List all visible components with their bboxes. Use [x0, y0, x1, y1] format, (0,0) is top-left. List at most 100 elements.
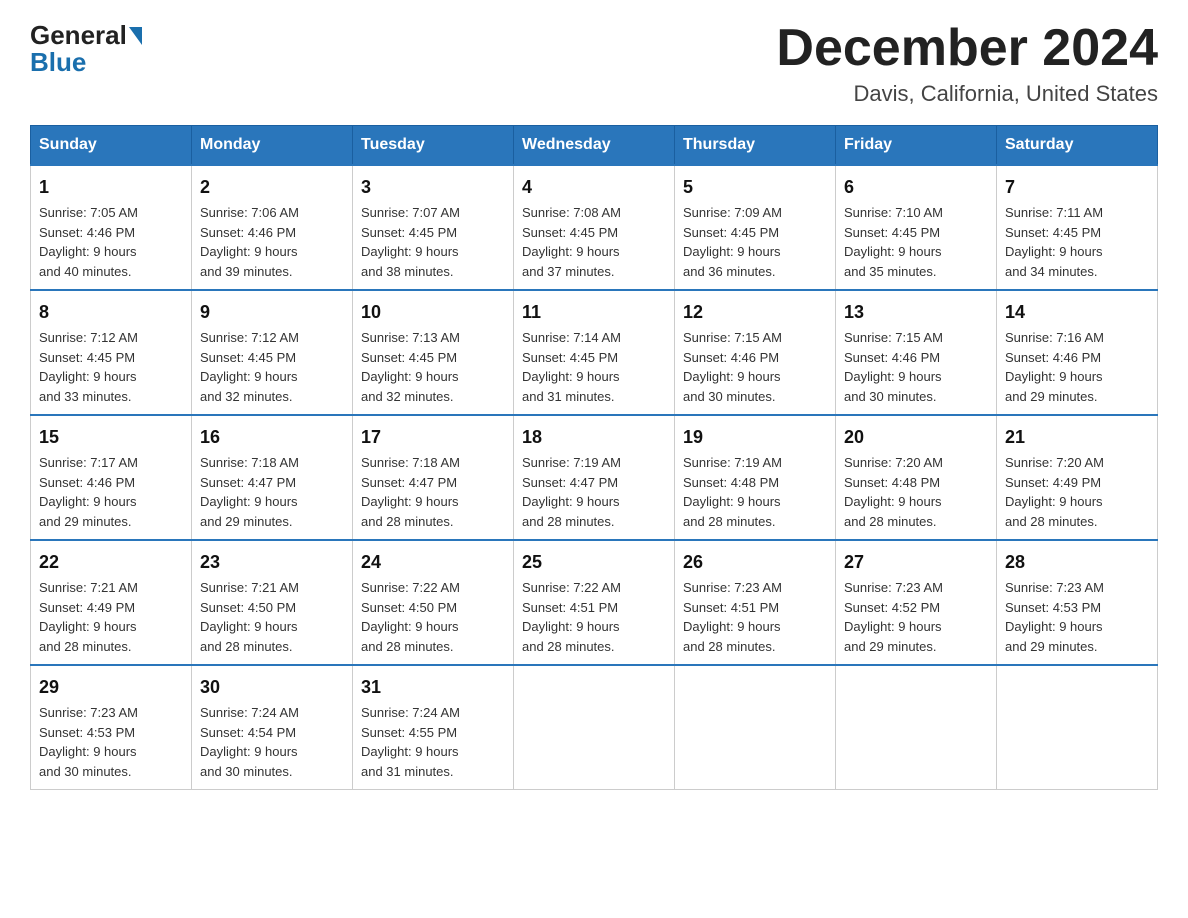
calendar-week-row: 29Sunrise: 7:23 AMSunset: 4:53 PMDayligh… [31, 665, 1158, 790]
calendar-cell: 29Sunrise: 7:23 AMSunset: 4:53 PMDayligh… [31, 665, 192, 790]
day-number: 30 [200, 674, 344, 701]
day-info: Sunrise: 7:11 AMSunset: 4:45 PMDaylight:… [1005, 203, 1149, 281]
calendar-cell: 23Sunrise: 7:21 AMSunset: 4:50 PMDayligh… [192, 540, 353, 665]
day-info: Sunrise: 7:17 AMSunset: 4:46 PMDaylight:… [39, 453, 183, 531]
day-number: 2 [200, 174, 344, 201]
day-number: 24 [361, 549, 505, 576]
calendar-week-row: 15Sunrise: 7:17 AMSunset: 4:46 PMDayligh… [31, 415, 1158, 540]
day-number: 28 [1005, 549, 1149, 576]
calendar-cell: 18Sunrise: 7:19 AMSunset: 4:47 PMDayligh… [514, 415, 675, 540]
day-info: Sunrise: 7:06 AMSunset: 4:46 PMDaylight:… [200, 203, 344, 281]
day-info: Sunrise: 7:23 AMSunset: 4:52 PMDaylight:… [844, 578, 988, 656]
day-info: Sunrise: 7:20 AMSunset: 4:49 PMDaylight:… [1005, 453, 1149, 531]
weekday-header-thursday: Thursday [675, 126, 836, 166]
calendar-cell [836, 665, 997, 790]
weekday-header-friday: Friday [836, 126, 997, 166]
weekday-header-saturday: Saturday [997, 126, 1158, 166]
day-number: 18 [522, 424, 666, 451]
day-info: Sunrise: 7:08 AMSunset: 4:45 PMDaylight:… [522, 203, 666, 281]
day-info: Sunrise: 7:12 AMSunset: 4:45 PMDaylight:… [39, 328, 183, 406]
calendar-cell: 14Sunrise: 7:16 AMSunset: 4:46 PMDayligh… [997, 290, 1158, 415]
calendar-cell: 12Sunrise: 7:15 AMSunset: 4:46 PMDayligh… [675, 290, 836, 415]
day-number: 20 [844, 424, 988, 451]
calendar-cell [675, 665, 836, 790]
day-info: Sunrise: 7:22 AMSunset: 4:50 PMDaylight:… [361, 578, 505, 656]
day-number: 19 [683, 424, 827, 451]
day-number: 3 [361, 174, 505, 201]
calendar-cell: 28Sunrise: 7:23 AMSunset: 4:53 PMDayligh… [997, 540, 1158, 665]
day-info: Sunrise: 7:21 AMSunset: 4:50 PMDaylight:… [200, 578, 344, 656]
calendar-week-row: 1Sunrise: 7:05 AMSunset: 4:46 PMDaylight… [31, 165, 1158, 290]
day-info: Sunrise: 7:15 AMSunset: 4:46 PMDaylight:… [683, 328, 827, 406]
calendar-cell: 31Sunrise: 7:24 AMSunset: 4:55 PMDayligh… [353, 665, 514, 790]
calendar-cell: 10Sunrise: 7:13 AMSunset: 4:45 PMDayligh… [353, 290, 514, 415]
day-number: 27 [844, 549, 988, 576]
logo-blue-text: Blue [30, 47, 86, 78]
calendar-cell: 2Sunrise: 7:06 AMSunset: 4:46 PMDaylight… [192, 165, 353, 290]
calendar-cell: 9Sunrise: 7:12 AMSunset: 4:45 PMDaylight… [192, 290, 353, 415]
day-number: 21 [1005, 424, 1149, 451]
day-number: 10 [361, 299, 505, 326]
day-number: 7 [1005, 174, 1149, 201]
calendar-cell: 30Sunrise: 7:24 AMSunset: 4:54 PMDayligh… [192, 665, 353, 790]
day-number: 14 [1005, 299, 1149, 326]
day-info: Sunrise: 7:13 AMSunset: 4:45 PMDaylight:… [361, 328, 505, 406]
calendar-week-row: 8Sunrise: 7:12 AMSunset: 4:45 PMDaylight… [31, 290, 1158, 415]
calendar-cell: 27Sunrise: 7:23 AMSunset: 4:52 PMDayligh… [836, 540, 997, 665]
day-info: Sunrise: 7:18 AMSunset: 4:47 PMDaylight:… [200, 453, 344, 531]
day-number: 15 [39, 424, 183, 451]
day-info: Sunrise: 7:22 AMSunset: 4:51 PMDaylight:… [522, 578, 666, 656]
day-number: 26 [683, 549, 827, 576]
calendar-cell: 11Sunrise: 7:14 AMSunset: 4:45 PMDayligh… [514, 290, 675, 415]
calendar-cell: 21Sunrise: 7:20 AMSunset: 4:49 PMDayligh… [997, 415, 1158, 540]
day-number: 23 [200, 549, 344, 576]
calendar-week-row: 22Sunrise: 7:21 AMSunset: 4:49 PMDayligh… [31, 540, 1158, 665]
month-title: December 2024 [776, 20, 1158, 77]
page-header: General Blue December 2024 Davis, Califo… [30, 20, 1158, 107]
day-info: Sunrise: 7:21 AMSunset: 4:49 PMDaylight:… [39, 578, 183, 656]
calendar-table: SundayMondayTuesdayWednesdayThursdayFrid… [30, 125, 1158, 790]
calendar-cell: 7Sunrise: 7:11 AMSunset: 4:45 PMDaylight… [997, 165, 1158, 290]
calendar-cell: 13Sunrise: 7:15 AMSunset: 4:46 PMDayligh… [836, 290, 997, 415]
calendar-cell: 22Sunrise: 7:21 AMSunset: 4:49 PMDayligh… [31, 540, 192, 665]
day-info: Sunrise: 7:07 AMSunset: 4:45 PMDaylight:… [361, 203, 505, 281]
weekday-header-tuesday: Tuesday [353, 126, 514, 166]
day-number: 31 [361, 674, 505, 701]
weekday-header-monday: Monday [192, 126, 353, 166]
calendar-cell: 26Sunrise: 7:23 AMSunset: 4:51 PMDayligh… [675, 540, 836, 665]
day-number: 22 [39, 549, 183, 576]
calendar-cell: 24Sunrise: 7:22 AMSunset: 4:50 PMDayligh… [353, 540, 514, 665]
calendar-cell: 20Sunrise: 7:20 AMSunset: 4:48 PMDayligh… [836, 415, 997, 540]
day-info: Sunrise: 7:09 AMSunset: 4:45 PMDaylight:… [683, 203, 827, 281]
day-info: Sunrise: 7:24 AMSunset: 4:55 PMDaylight:… [361, 703, 505, 781]
day-info: Sunrise: 7:23 AMSunset: 4:53 PMDaylight:… [39, 703, 183, 781]
day-number: 9 [200, 299, 344, 326]
day-info: Sunrise: 7:23 AMSunset: 4:51 PMDaylight:… [683, 578, 827, 656]
weekday-header-row: SundayMondayTuesdayWednesdayThursdayFrid… [31, 126, 1158, 166]
day-number: 8 [39, 299, 183, 326]
day-number: 29 [39, 674, 183, 701]
calendar-cell: 6Sunrise: 7:10 AMSunset: 4:45 PMDaylight… [836, 165, 997, 290]
day-number: 11 [522, 299, 666, 326]
calendar-cell: 19Sunrise: 7:19 AMSunset: 4:48 PMDayligh… [675, 415, 836, 540]
day-number: 12 [683, 299, 827, 326]
calendar-cell: 8Sunrise: 7:12 AMSunset: 4:45 PMDaylight… [31, 290, 192, 415]
calendar-cell: 1Sunrise: 7:05 AMSunset: 4:46 PMDaylight… [31, 165, 192, 290]
calendar-cell [514, 665, 675, 790]
day-info: Sunrise: 7:14 AMSunset: 4:45 PMDaylight:… [522, 328, 666, 406]
calendar-cell [997, 665, 1158, 790]
day-info: Sunrise: 7:19 AMSunset: 4:48 PMDaylight:… [683, 453, 827, 531]
day-number: 16 [200, 424, 344, 451]
day-number: 17 [361, 424, 505, 451]
location-title: Davis, California, United States [776, 81, 1158, 107]
day-number: 5 [683, 174, 827, 201]
day-info: Sunrise: 7:19 AMSunset: 4:47 PMDaylight:… [522, 453, 666, 531]
calendar-cell: 4Sunrise: 7:08 AMSunset: 4:45 PMDaylight… [514, 165, 675, 290]
day-info: Sunrise: 7:05 AMSunset: 4:46 PMDaylight:… [39, 203, 183, 281]
logo-triangle-icon [129, 27, 142, 45]
day-number: 1 [39, 174, 183, 201]
day-info: Sunrise: 7:24 AMSunset: 4:54 PMDaylight:… [200, 703, 344, 781]
day-info: Sunrise: 7:12 AMSunset: 4:45 PMDaylight:… [200, 328, 344, 406]
calendar-cell: 16Sunrise: 7:18 AMSunset: 4:47 PMDayligh… [192, 415, 353, 540]
day-number: 25 [522, 549, 666, 576]
